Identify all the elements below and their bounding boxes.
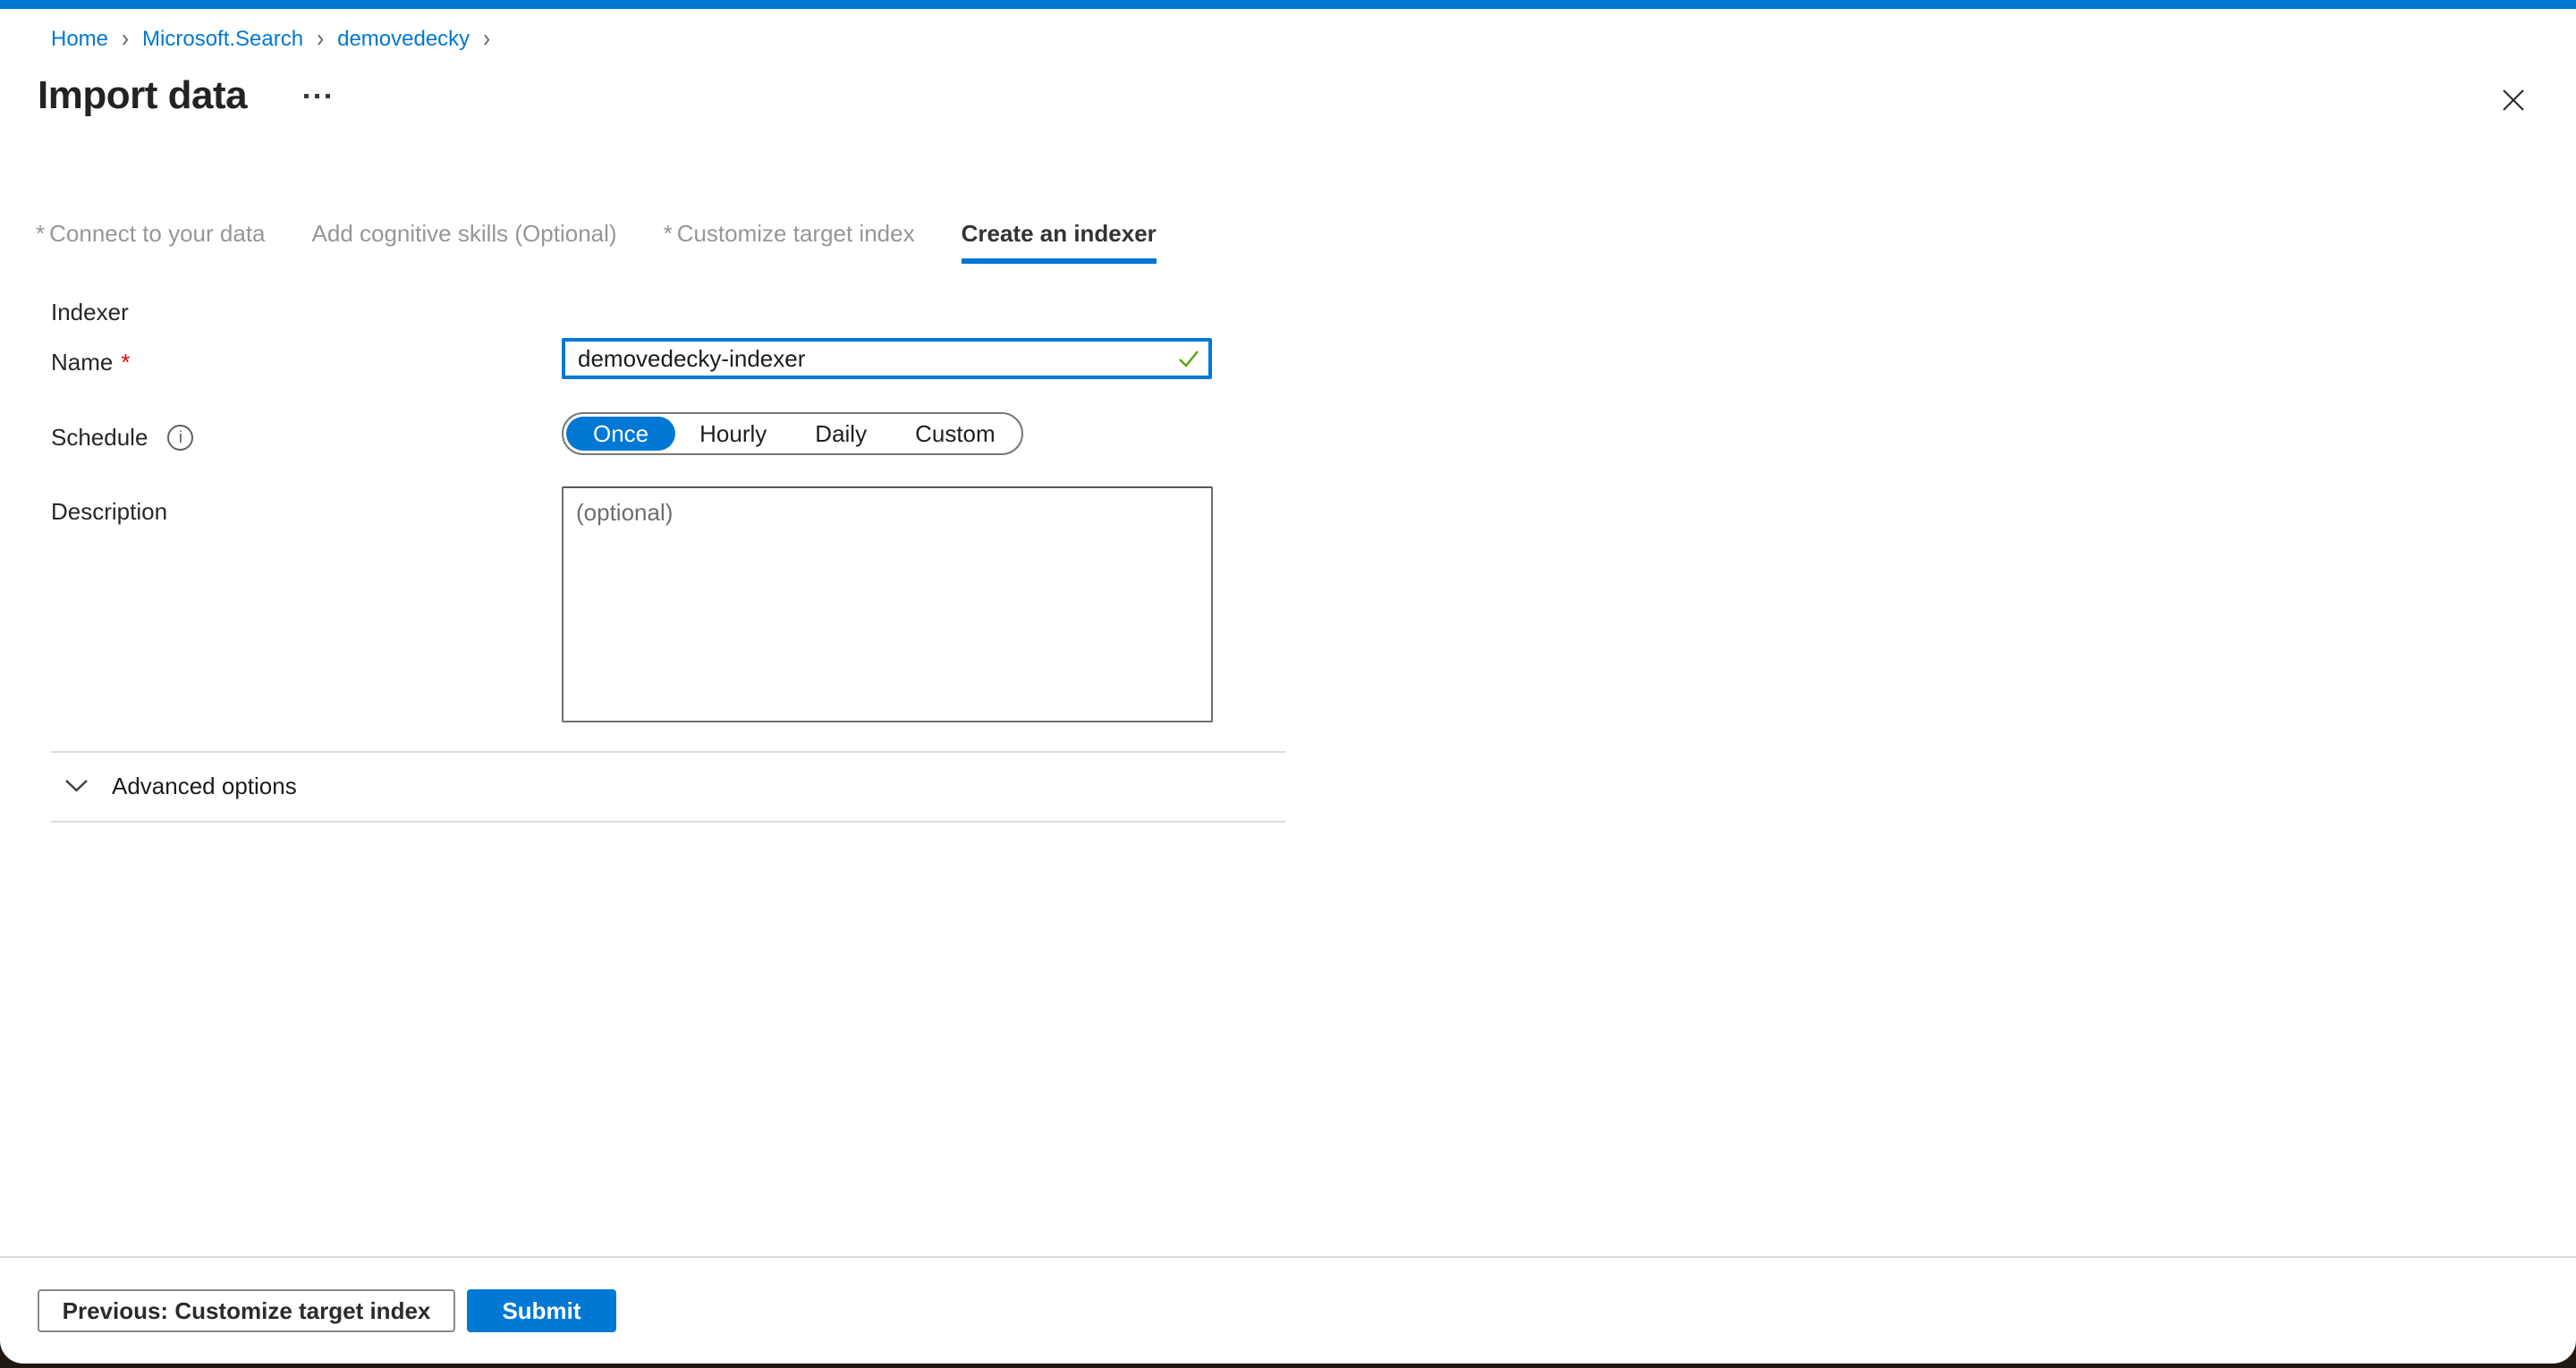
breadcrumb: Home › Microsoft.Search › demovedecky › — [51, 27, 490, 52]
breadcrumb-link-microsoft-search[interactable]: Microsoft.Search — [142, 27, 303, 52]
advanced-options-toggle[interactable]: Advanced options — [64, 771, 297, 801]
schedule-option-hourly[interactable]: Hourly — [675, 417, 791, 451]
name-field-label: Name* — [51, 349, 130, 376]
blade-header: Import data — [38, 73, 335, 118]
divider — [51, 821, 1285, 823]
more-options-icon[interactable] — [299, 85, 335, 107]
portal-top-bar — [0, 0, 2576, 9]
info-icon[interactable]: i — [167, 425, 193, 451]
schedule-option-custom[interactable]: Custom — [891, 417, 1020, 451]
name-field-wrapper — [562, 338, 1212, 379]
tab-connect-to-your-data[interactable]: *Connect to your data — [36, 220, 266, 264]
description-field-label: Description — [51, 498, 167, 526]
description-textarea[interactable] — [562, 486, 1213, 722]
tab-add-cognitive-skills[interactable]: Add cognitive skills (Optional) — [312, 220, 617, 264]
advanced-options-label: Advanced options — [112, 773, 297, 800]
valid-checkmark-icon — [1176, 346, 1201, 376]
page-title: Import data — [38, 73, 247, 118]
import-data-blade: Home › Microsoft.Search › demovedecky › … — [0, 0, 2576, 1364]
required-asterisk: * — [121, 349, 130, 376]
wizard-tabs: *Connect to your data Add cognitive skil… — [36, 220, 1157, 264]
breadcrumb-link-demovedecky[interactable]: demovedecky — [337, 27, 470, 52]
breadcrumb-link-home[interactable]: Home — [51, 27, 108, 52]
tab-customize-target-index[interactable]: *Customize target index — [664, 220, 915, 264]
breadcrumb-separator: › — [483, 25, 490, 54]
schedule-option-daily[interactable]: Daily — [791, 417, 891, 451]
chevron-down-icon — [64, 779, 89, 793]
schedule-option-once[interactable]: Once — [566, 417, 675, 451]
breadcrumb-separator: › — [122, 25, 129, 54]
divider — [51, 751, 1285, 753]
tab-create-an-indexer[interactable]: Create an indexer — [962, 220, 1157, 264]
close-icon[interactable] — [2497, 84, 2529, 116]
submit-button[interactable]: Submit — [467, 1289, 616, 1332]
schedule-segmented-control: Once Hourly Daily Custom — [562, 412, 1023, 455]
indexer-section-label: Indexer — [51, 299, 129, 326]
indexer-name-input[interactable] — [562, 338, 1212, 379]
previous-step-button[interactable]: Previous: Customize target index — [38, 1289, 455, 1332]
breadcrumb-separator: › — [317, 25, 324, 54]
footer-divider — [0, 1256, 2576, 1258]
schedule-field-label: Schedule i — [51, 424, 193, 452]
